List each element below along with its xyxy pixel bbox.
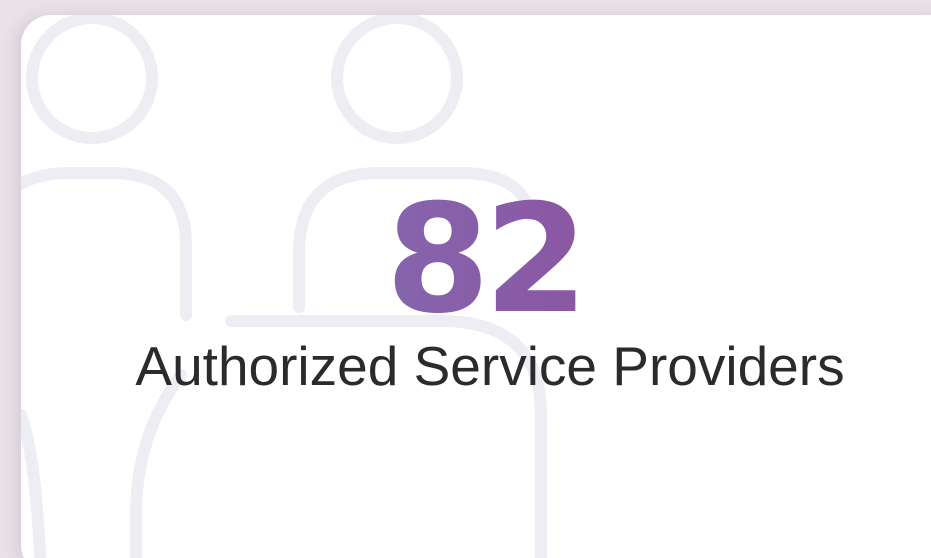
stat-value: 82 — [21, 175, 931, 345]
stat-label: Authorized Service Providers — [135, 335, 845, 397]
person-head-right — [331, 15, 463, 144]
front-figure-left — [130, 369, 187, 558]
left-leg — [21, 409, 47, 558]
stat-card: 82 Authorized Service Providers — [21, 15, 931, 558]
person-head-left — [26, 15, 158, 144]
